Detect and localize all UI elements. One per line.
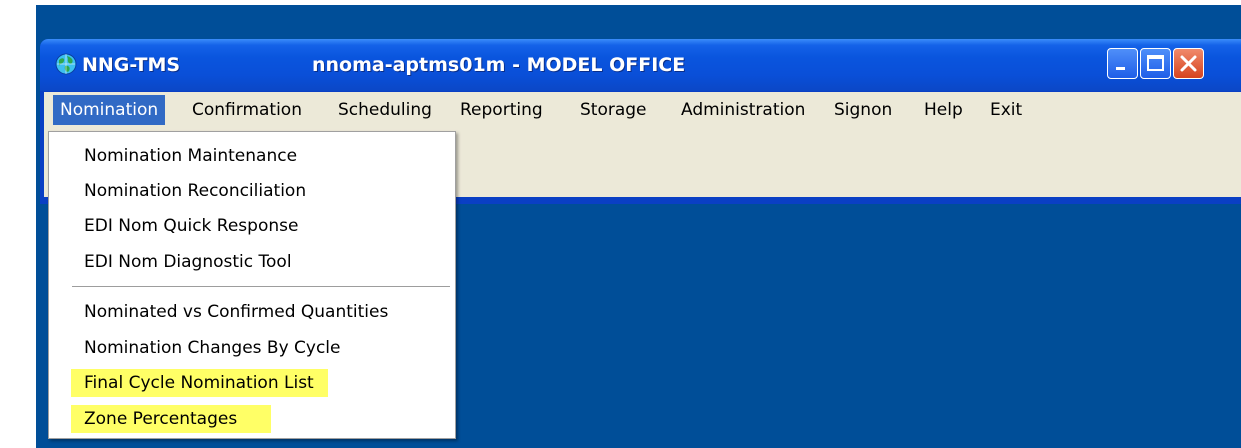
app-title: NNG-TMS bbox=[82, 54, 181, 76]
screen: NNG-TMS nnoma-aptms01m - MODEL OFFICE No… bbox=[0, 0, 1241, 448]
menu-help[interactable]: Help bbox=[917, 95, 970, 125]
menu-option-zone-percentages[interactable]: Zone Percentages bbox=[71, 405, 272, 433]
menu-option-nomination-changes-by-cycle[interactable]: Nomination Changes By Cycle bbox=[84, 334, 341, 362]
menu-option-edi-nom-quick-response[interactable]: EDI Nom Quick Response bbox=[84, 212, 298, 240]
nomination-dropdown-menu: Nomination Maintenance Nomination Reconc… bbox=[48, 131, 456, 439]
menu-bar: Nomination Confirmation Scheduling Repor… bbox=[44, 92, 1241, 128]
menu-nomination[interactable]: Nomination bbox=[53, 95, 166, 125]
menu-option-nominated-vs-confirmed[interactable]: Nominated vs Confirmed Quantities bbox=[84, 298, 388, 326]
title-bar[interactable]: NNG-TMS nnoma-aptms01m - MODEL OFFICE bbox=[40, 39, 1241, 91]
menu-scheduling[interactable]: Scheduling bbox=[331, 95, 439, 125]
minimize-icon bbox=[1116, 67, 1125, 70]
menu-option-nomination-maintenance[interactable]: Nomination Maintenance bbox=[84, 142, 297, 170]
minimize-button[interactable] bbox=[1107, 48, 1138, 79]
globe-icon[interactable] bbox=[54, 52, 78, 76]
menu-separator bbox=[72, 286, 450, 288]
menu-reporting[interactable]: Reporting bbox=[453, 95, 550, 125]
window-title: nnoma-aptms01m - MODEL OFFICE bbox=[312, 54, 686, 76]
menu-administration[interactable]: Administration bbox=[674, 95, 812, 125]
maximize-icon bbox=[1147, 55, 1164, 71]
menu-exit[interactable]: Exit bbox=[983, 95, 1029, 125]
maximize-button[interactable] bbox=[1140, 48, 1171, 79]
close-icon bbox=[1180, 55, 1197, 72]
close-button[interactable] bbox=[1173, 48, 1204, 79]
menu-signon[interactable]: Signon bbox=[827, 95, 899, 125]
menu-option-nomination-reconciliation[interactable]: Nomination Reconciliation bbox=[84, 177, 306, 205]
menu-storage[interactable]: Storage bbox=[573, 95, 654, 125]
menu-option-edi-nom-diagnostic-tool[interactable]: EDI Nom Diagnostic Tool bbox=[84, 248, 292, 276]
menu-confirmation[interactable]: Confirmation bbox=[185, 95, 309, 125]
menu-option-final-cycle-nomination-list[interactable]: Final Cycle Nomination List bbox=[71, 369, 328, 397]
